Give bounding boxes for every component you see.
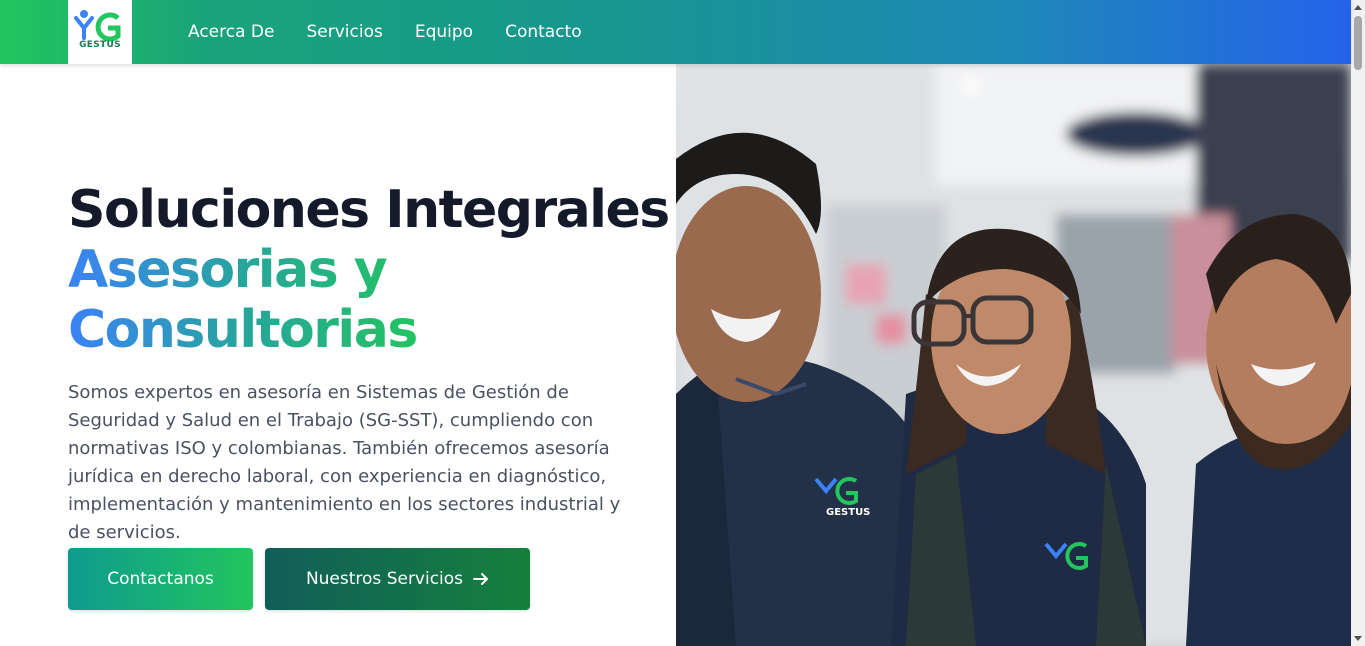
nav-link-contacto[interactable]: Contacto [505,22,582,42]
services-button-label: Nuestros Servicios [305,569,464,589]
hero-subtitle: Asesorias y Consultorias [68,240,428,360]
page: GESTUS Acerca De Servicios Equipo Contac… [0,0,1365,646]
hero-team-photo: GESTUS [676,64,1351,646]
page-scrollbar[interactable] [1351,0,1365,646]
contact-button-label: Contactanos [107,569,214,589]
scroll-thumb[interactable] [1354,16,1362,70]
hero-text: Soluciones Integrales Asesorias y Consul… [68,180,670,360]
contact-button[interactable]: Contactanos [68,548,253,610]
nav-link-servicios[interactable]: Servicios [306,22,382,42]
services-button[interactable]: Nuestros Servicios [265,548,530,610]
nav-link-equipo[interactable]: Equipo [415,22,473,42]
team-photo-illustration: GESTUS [676,64,1351,646]
main-nav: Acerca De Servicios Equipo Contacto [188,0,582,64]
brand-logo[interactable]: GESTUS [68,0,132,64]
hero-title: Soluciones Integrales [68,180,670,240]
hero-description: Somos expertos en asesoría en Sistemas d… [68,382,621,543]
navbar: GESTUS Acerca De Servicios Equipo Contac… [0,0,1351,64]
arrow-right-icon [473,572,489,586]
nav-link-acerca[interactable]: Acerca De [188,22,274,42]
logo-text: GESTUS [79,40,121,50]
scroll-down-icon[interactable] [1354,636,1362,641]
logo-mark-icon [74,10,121,42]
vest-logo-left: GESTUS [826,507,870,518]
scroll-up-icon[interactable] [1354,5,1362,10]
